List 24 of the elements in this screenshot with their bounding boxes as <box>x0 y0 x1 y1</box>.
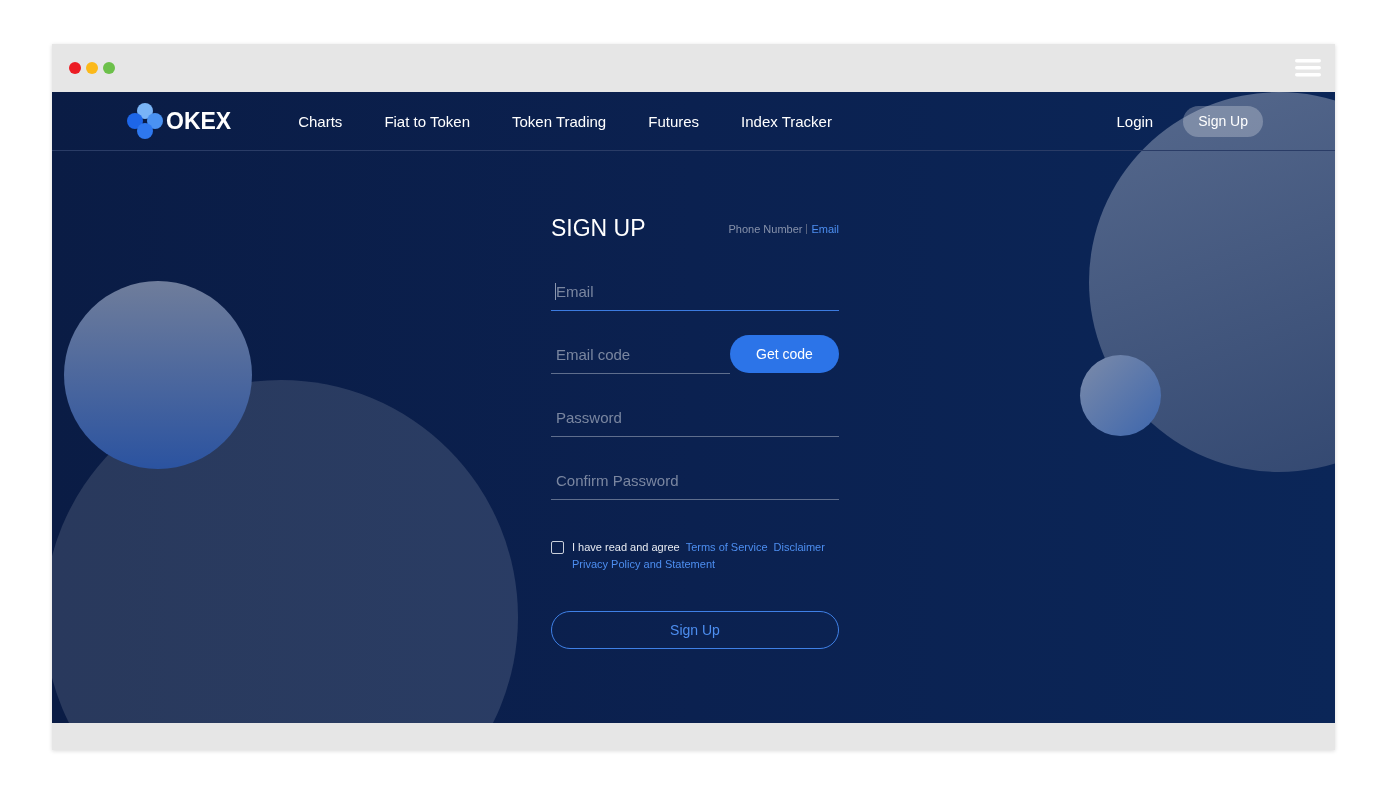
maximize-window-icon[interactable] <box>103 62 115 74</box>
sign-up-button[interactable]: Sign Up <box>1183 105 1263 137</box>
input-field[interactable]: Confirm Password <box>551 461 839 500</box>
logo-text[interactable]: OKEX <box>166 107 232 135</box>
nav-link[interactable]: Index Tracker <box>741 112 832 130</box>
form-title: SIGN UP <box>551 215 646 242</box>
checkbox[interactable] <box>551 541 564 554</box>
input-field[interactable]: Password <box>551 398 839 437</box>
close-window-icon[interactable] <box>69 62 81 74</box>
nav-link[interactable]: Fiat to Token <box>384 112 470 130</box>
terms-link[interactable]: Terms of Service <box>685 540 768 554</box>
nav-link[interactable]: Futures <box>648 112 700 130</box>
mode-tab[interactable]: Phone Number <box>728 222 803 235</box>
login-link[interactable]: Login <box>1116 112 1154 130</box>
input-field[interactable]: Email <box>551 272 839 311</box>
logo-icon[interactable] <box>127 103 163 139</box>
input-field[interactable]: Email code <box>551 335 730 374</box>
nav-link[interactable]: Charts <box>298 112 343 130</box>
get-code-button[interactable]: Get code <box>730 335 839 373</box>
terms-link[interactable]: Disclaimer <box>773 540 825 554</box>
nav-link[interactable]: Token Trading <box>512 112 607 130</box>
agreement-text: I have read and agree <box>572 540 680 554</box>
mode-tab[interactable]: Email <box>811 222 839 235</box>
terms-link[interactable]: Privacy Policy and Statement <box>572 557 716 571</box>
